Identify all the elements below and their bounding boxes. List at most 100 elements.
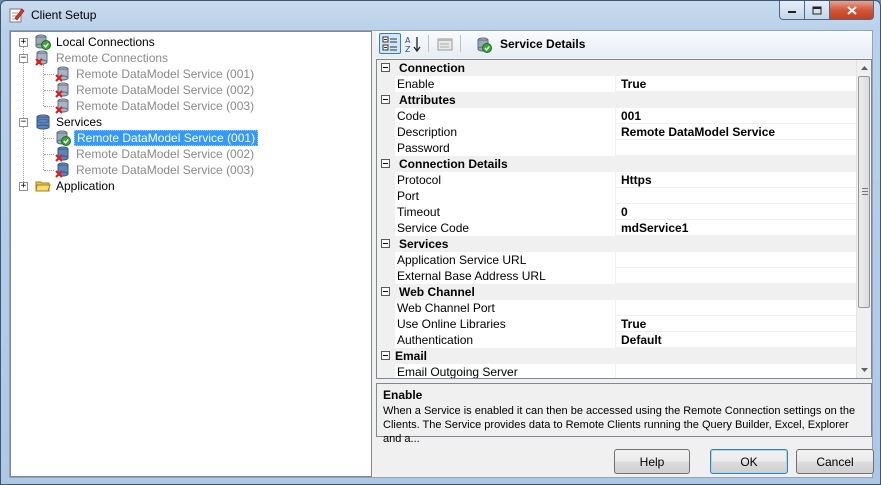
help-title: Enable <box>383 388 423 402</box>
scroll-down-arrow[interactable] <box>857 362 871 377</box>
help-description: When a Service is enabled it can then be… <box>383 405 856 445</box>
database-check-icon <box>477 37 492 53</box>
scroll-up-arrow[interactable] <box>857 60 871 75</box>
property-grid-scrollbar[interactable] <box>856 60 871 378</box>
property-name: Description <box>394 124 616 140</box>
collapse-toggle[interactable] <box>381 63 390 72</box>
expand-toggle[interactable]: + <box>19 182 28 191</box>
property-row-enable[interactable]: Enable True <box>377 76 858 92</box>
property-value[interactable]: True <box>617 316 857 332</box>
dialog-client: + Local Connections − Remote Connections… <box>9 30 874 478</box>
minimize-button[interactable] <box>779 1 805 20</box>
collapse-toggle[interactable] <box>381 239 390 248</box>
tree-item-service-002[interactable]: Remote DataModel Service (002) <box>55 146 256 162</box>
tree-item-service-003[interactable]: Remote DataModel Service (003) <box>55 162 256 178</box>
category-email[interactable]: Email <box>377 348 858 364</box>
database-error-icon <box>55 82 69 98</box>
tree-item-label: Remote Connections <box>56 51 169 65</box>
tree-item-services[interactable]: Services <box>35 114 104 130</box>
category-services[interactable]: Services <box>377 236 858 252</box>
property-name: Code <box>394 108 616 124</box>
database-check-icon <box>35 34 51 50</box>
tree-item-label: Remote DataModel Service (002) <box>76 83 255 97</box>
property-value[interactable]: Remote DataModel Service <box>617 124 857 140</box>
property-pages-button[interactable] <box>434 33 456 54</box>
tree-item-remote-service-003[interactable]: Remote DataModel Service (003) <box>55 98 256 114</box>
property-value[interactable]: mdService1 <box>617 220 857 236</box>
cancel-button-label: Cancel <box>816 454 854 469</box>
property-name: Enable <box>394 76 616 92</box>
property-value[interactable] <box>617 268 857 284</box>
alphabetical-button[interactable]: A Z <box>402 33 424 54</box>
tree-line <box>43 128 44 170</box>
property-value[interactable]: Https <box>617 172 857 188</box>
property-row-port[interactable]: Port <box>377 188 858 204</box>
property-value[interactable] <box>617 364 857 378</box>
property-value[interactable] <box>617 300 857 316</box>
property-value[interactable]: Default <box>617 332 857 348</box>
property-row-password[interactable]: Password <box>377 140 858 156</box>
collapse-toggle[interactable]: − <box>19 118 28 127</box>
tree-item-application[interactable]: Application <box>35 178 117 194</box>
collapse-toggle[interactable] <box>381 159 390 168</box>
property-value[interactable] <box>617 188 857 204</box>
title-bar[interactable]: Client Setup <box>1 1 880 29</box>
property-row-use-online-libraries[interactable]: Use Online Libraries True <box>377 316 858 332</box>
category-web-channel[interactable]: Web Channel <box>377 284 858 300</box>
window-controls <box>779 1 874 21</box>
maximize-button[interactable] <box>805 1 830 20</box>
tree-line <box>44 170 54 171</box>
cancel-button[interactable]: Cancel <box>796 449 874 474</box>
help-button[interactable]: Help <box>614 449 690 474</box>
category-connection-details[interactable]: Connection Details <box>377 156 858 172</box>
property-row-code[interactable]: Code 001 <box>377 108 858 124</box>
collapse-toggle[interactable] <box>381 95 390 104</box>
property-value[interactable]: True <box>617 76 857 92</box>
expand-toggle[interactable]: + <box>19 38 28 47</box>
property-grid-toolbar: A Z Service Details <box>376 31 872 57</box>
property-pages-icon <box>437 38 453 50</box>
tree-item-label: Application <box>56 179 115 193</box>
tree-item-label: Services <box>56 115 103 129</box>
service-details-panel: A Z Service Details Connection Enable Tr… <box>376 31 874 477</box>
tree-item-remote-service-001[interactable]: Remote DataModel Service (001) <box>55 66 256 82</box>
property-row-timeout[interactable]: Timeout 0 <box>377 204 858 220</box>
property-name: External Base Address URL <box>394 268 616 284</box>
property-name: Authentication <box>394 332 616 348</box>
category-connection[interactable]: Connection <box>377 60 858 76</box>
tree-item-label: Remote DataModel Service (003) <box>76 163 255 177</box>
close-button[interactable] <box>830 1 874 20</box>
property-row-authentication[interactable]: Authentication Default <box>377 332 858 348</box>
property-value[interactable] <box>617 252 857 268</box>
property-row-description[interactable]: Description Remote DataModel Service <box>377 124 858 140</box>
property-help-pane: Enable When a Service is enabled it can … <box>376 383 872 445</box>
svg-text:A: A <box>405 36 411 45</box>
property-row-app-service-url[interactable]: Application Service URL <box>377 252 858 268</box>
property-row-service-code[interactable]: Service Code mdService1 <box>377 220 858 236</box>
connections-tree[interactable]: + Local Connections − Remote Connections… <box>10 31 372 477</box>
database-icon <box>36 114 50 130</box>
property-value[interactable]: 0 <box>617 204 857 220</box>
category-attributes[interactable]: Attributes <box>377 92 858 108</box>
database-error-icon <box>55 98 69 114</box>
property-row-protocol[interactable]: Protocol Https <box>377 172 858 188</box>
ok-button[interactable]: OK <box>710 449 788 474</box>
collapse-toggle[interactable] <box>381 351 390 360</box>
property-value[interactable]: 001 <box>617 108 857 124</box>
tree-item-remote-service-002[interactable]: Remote DataModel Service (002) <box>55 82 256 98</box>
collapse-toggle[interactable] <box>381 287 390 296</box>
property-value[interactable] <box>617 140 857 156</box>
categorized-button[interactable] <box>379 33 401 54</box>
collapse-toggle[interactable]: − <box>19 54 28 63</box>
tree-item-service-001[interactable]: Remote DataModel Service (001) <box>55 130 259 146</box>
tree-item-local-connections[interactable]: Local Connections <box>35 34 157 50</box>
property-row-email-outgoing-server[interactable]: Email Outgoing Server <box>377 364 858 378</box>
scroll-thumb[interactable] <box>858 76 870 308</box>
property-name: Protocol <box>394 172 616 188</box>
property-row-external-base-url[interactable]: External Base Address URL <box>377 268 858 284</box>
property-grid[interactable]: Connection Enable True Attributes Code 0… <box>376 59 872 379</box>
tree-item-remote-connections[interactable]: Remote Connections <box>35 50 170 66</box>
scroll-grip <box>862 194 868 195</box>
property-row-web-channel-port[interactable]: Web Channel Port <box>377 300 858 316</box>
tree-line <box>44 154 54 155</box>
